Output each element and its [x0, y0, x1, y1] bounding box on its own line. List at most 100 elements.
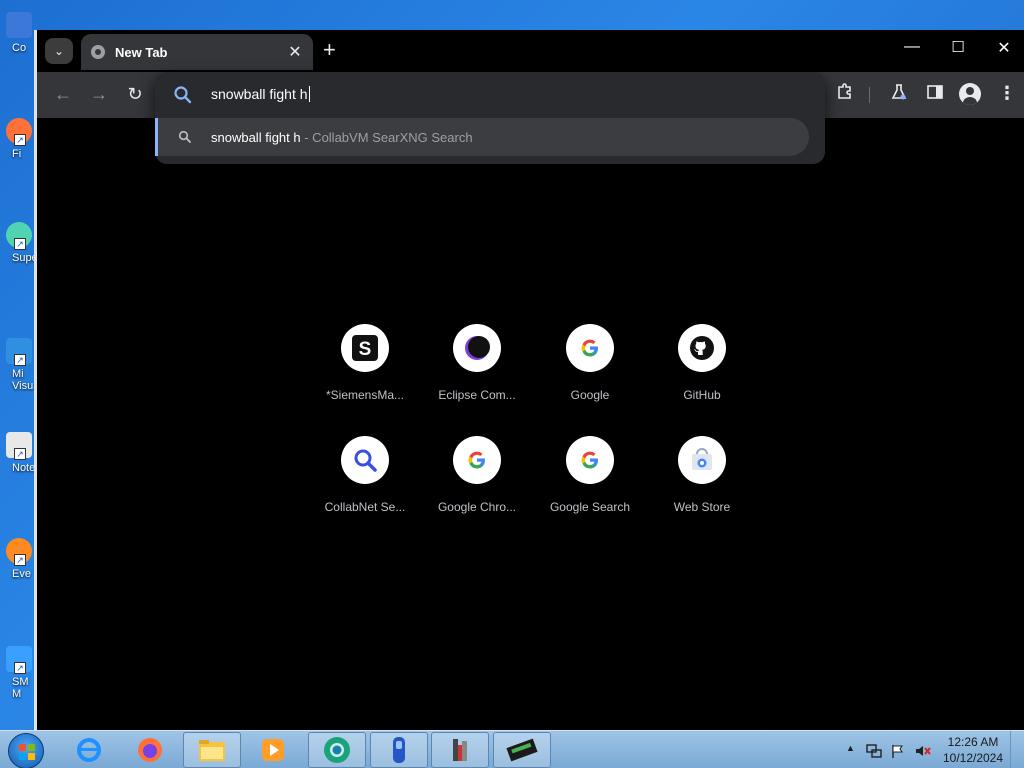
- browser-window: ⌄ New Tab ✕ + — ☐ ✕ ← → ↻ ⋮ S *SiemensMa…: [34, 30, 1024, 730]
- tools-icon: [453, 739, 467, 761]
- shortcut-tile[interactable]: GitHub: [650, 324, 754, 402]
- labs-flask-icon: [891, 84, 907, 100]
- shortcut-tile[interactable]: Google: [538, 324, 642, 402]
- svg-text:S: S: [359, 339, 372, 360]
- shortcut-name: Web Store: [673, 500, 731, 514]
- maximize-button[interactable]: ☐: [943, 38, 973, 56]
- reload-button[interactable]: ↻: [123, 84, 147, 105]
- tray-expand-button[interactable]: ▲: [846, 743, 855, 753]
- chevron-down-icon: ⌄: [53, 44, 65, 58]
- show-desktop-button[interactable]: [1010, 731, 1024, 768]
- shortcut-name: Google Search: [549, 500, 631, 514]
- profile-icon[interactable]: [959, 83, 981, 105]
- taskbar-remote-device[interactable]: [370, 732, 428, 768]
- shortcut-tile[interactable]: Google Search: [538, 436, 642, 514]
- close-window-button[interactable]: ✕: [989, 38, 1019, 58]
- shortcut-name: Google: [570, 388, 610, 402]
- omnibox-suggestion[interactable]: snowball fight h - CollabVM SearXNG Sear…: [155, 118, 809, 156]
- shortcut-arrow-icon: ↗: [14, 554, 26, 566]
- shortcut-tile[interactable]: Google Chro...: [425, 436, 529, 514]
- taskbar-ie[interactable]: [60, 732, 118, 768]
- suggestion-text: snowball fight h - CollabVM SearXNG Sear…: [211, 130, 473, 145]
- desktop-icon-firefox[interactable]: ↗ Fi: [6, 118, 36, 160]
- desktop-icon-label: Eve: [12, 568, 31, 580]
- desktop-icon-label: SM M: [12, 676, 29, 700]
- siemens-s-icon: S: [341, 324, 389, 372]
- web-store-icon: [678, 436, 726, 484]
- shortcut-arrow-icon: ↗: [14, 662, 26, 674]
- toolbar-separator: [869, 87, 870, 103]
- forward-button[interactable]: →: [87, 84, 111, 105]
- shortcut-name: GitHub: [683, 388, 721, 402]
- shortcut-arrow-icon: ↗: [14, 238, 26, 250]
- desktop-icon-visual[interactable]: ↗ Mi Visua: [6, 338, 39, 392]
- taskbar: ▲ 12:26 AM 10/12/2024: [0, 730, 1024, 768]
- action-center-flag-icon[interactable]: [890, 743, 906, 762]
- search-magnifier-icon: [341, 436, 389, 484]
- taskbar-firefox[interactable]: [121, 732, 179, 768]
- shortcut-tile[interactable]: Web Store: [650, 436, 754, 514]
- taskbar-memory-card[interactable]: [493, 732, 551, 768]
- search-icon: [178, 130, 191, 143]
- omnibox-query: snowball fight h: [211, 86, 310, 102]
- windows-logo-icon: [19, 744, 35, 760]
- shortcut-tile[interactable]: CollabNet Se...: [313, 436, 417, 514]
- puzzle-icon: [838, 83, 851, 99]
- eclipse-icon: [453, 324, 501, 372]
- clock-date: 10/12/2024: [942, 751, 1004, 765]
- desktop-icon-super[interactable]: ↗ Supe: [6, 222, 38, 264]
- desktop-icon-notepad[interactable]: ↗ Note: [6, 432, 36, 474]
- taskbar-chrome[interactable]: [308, 732, 366, 768]
- tab-strip: ⌄ New Tab ✕ + — ☐ ✕: [37, 30, 1024, 72]
- system-clock[interactable]: 12:26 AM 10/12/2024: [940, 734, 1006, 766]
- tab-search-button[interactable]: ⌄: [45, 38, 73, 64]
- memory-card-icon: [506, 738, 538, 762]
- tab-close-button[interactable]: ✕: [287, 42, 303, 62]
- taskbar-media-player[interactable]: [244, 732, 302, 768]
- tab-new-tab[interactable]: New Tab ✕: [81, 34, 313, 70]
- shortcut-name: *SiemensMa...: [325, 388, 405, 402]
- taskbar-tools[interactable]: [431, 732, 489, 768]
- kebab-menu-icon[interactable]: ⋮: [995, 83, 1019, 104]
- back-button[interactable]: ←: [51, 84, 75, 105]
- desktop-icon-label: Co: [12, 42, 27, 54]
- text-caret: [308, 86, 310, 102]
- chrome-icon: [324, 737, 350, 763]
- google-g-icon: [453, 436, 501, 484]
- file-explorer-icon: [199, 740, 225, 761]
- desktop-icon-label: Fi: [12, 148, 22, 160]
- media-player-icon: [262, 739, 284, 761]
- shortcut-tile[interactable]: S *SiemensMa...: [313, 324, 417, 402]
- shortcut-arrow-icon: ↗: [14, 354, 26, 366]
- search-icon: [174, 86, 192, 104]
- tab-title: New Tab: [115, 44, 168, 60]
- desktop-icon-sm[interactable]: ↗ SM M: [6, 646, 36, 700]
- shortcut-arrow-icon: ↗: [14, 134, 26, 146]
- shortcut-name: Google Chro...: [437, 500, 517, 514]
- volume-muted-icon[interactable]: [914, 743, 932, 762]
- shortcut-name: CollabNet Se...: [324, 500, 406, 514]
- start-button[interactable]: [8, 733, 44, 768]
- address-bar-input[interactable]: snowball fight h: [155, 72, 825, 118]
- desktop-icon-computer[interactable]: Co: [6, 12, 36, 54]
- remote-device-icon: [393, 737, 405, 763]
- omnibox-dropdown: snowball fight h snowball fight h - Coll…: [155, 72, 825, 164]
- google-g-icon: [566, 324, 614, 372]
- desktop-icon-label: Note: [12, 462, 36, 474]
- desktop-icon-everything[interactable]: ↗ Eve: [6, 538, 36, 580]
- firefox-icon: [138, 738, 162, 762]
- side-panel-button[interactable]: [923, 83, 947, 106]
- extensions-button[interactable]: [833, 83, 857, 106]
- labs-button[interactable]: [887, 83, 911, 106]
- google-g-icon: [566, 436, 614, 484]
- minimize-button[interactable]: —: [897, 38, 927, 56]
- internet-explorer-icon: [77, 738, 101, 762]
- new-tab-button[interactable]: +: [323, 38, 336, 62]
- github-icon: [678, 324, 726, 372]
- computer-icon: [6, 12, 32, 38]
- network-icon[interactable]: [866, 743, 882, 762]
- shortcut-arrow-icon: ↗: [14, 448, 26, 460]
- clock-time: 12:26 AM: [947, 735, 999, 749]
- taskbar-file-explorer[interactable]: [183, 732, 241, 768]
- shortcut-tile[interactable]: Eclipse Com...: [425, 324, 529, 402]
